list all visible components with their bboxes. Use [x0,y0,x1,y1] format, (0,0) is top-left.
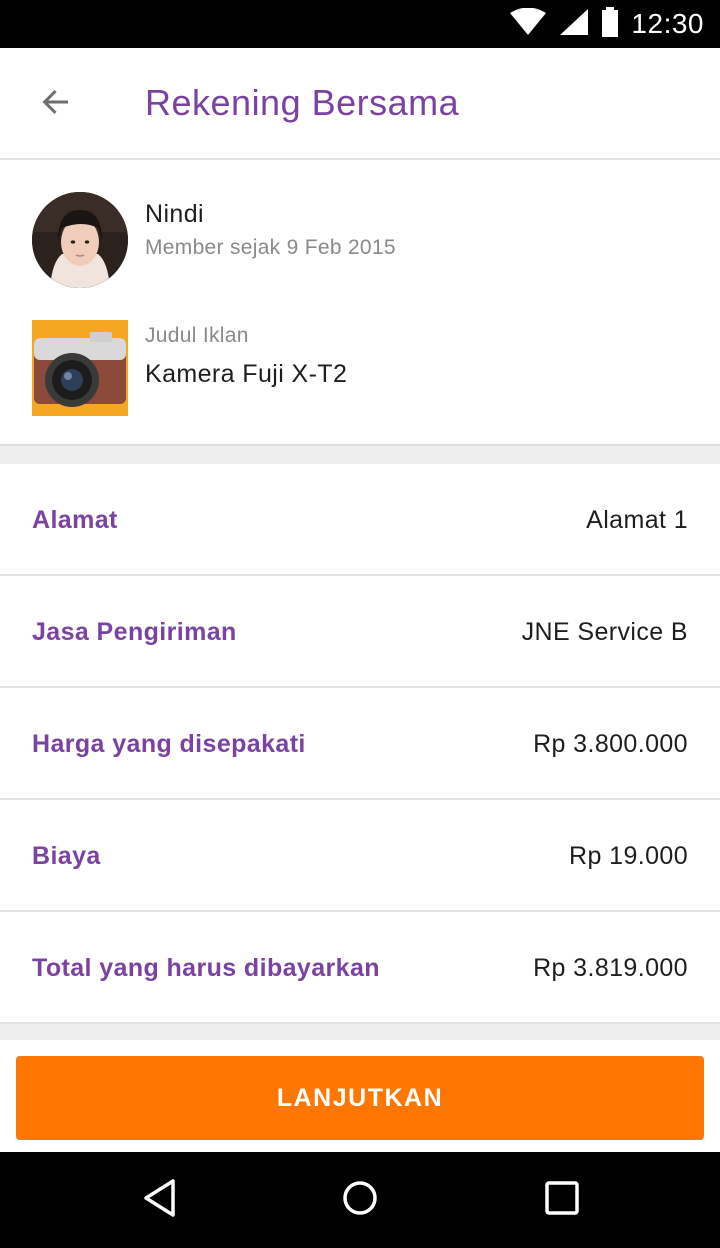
detail-label: Harga yang disepakati [32,730,306,758]
detail-row-shipping: Jasa Pengiriman JNE Service B [0,576,720,688]
detail-row-address: Alamat Alamat 1 [0,464,720,576]
detail-row-total: Total yang harus dibayarkan Rp 3.819.000 [0,912,720,1024]
detail-value: Rp 3.819.000 [533,954,688,982]
section-divider [0,446,720,464]
wifi-icon [509,7,547,41]
nav-recents-button[interactable] [530,1168,594,1232]
screen: 12:30 Rekening Bersama Nindi Member seja… [0,0,720,1248]
detail-value: Alamat 1 [586,506,688,534]
navigation-bar [0,1152,720,1248]
nav-home-button[interactable] [328,1168,392,1232]
status-icons: 12:30 [509,0,704,48]
member-since: Member sejak 9 Feb 2015 [145,236,396,259]
app-bar: Rekening Bersama [0,48,720,160]
detail-value: Rp 19.000 [569,842,688,870]
detail-row-fee: Biaya Rp 19.000 [0,800,720,912]
page-title: Rekening Bersama [145,82,460,123]
detail-value: Rp 3.800.000 [533,730,688,758]
seller-card: Nindi Member sejak 9 Feb 2015 Judul Ikla… [0,160,720,446]
section-divider [0,1024,720,1040]
back-button[interactable] [24,76,88,132]
detail-label: Total yang harus dibayarkan [32,954,380,982]
detail-label: Jasa Pengiriman [32,618,237,646]
detail-label: Alamat [32,506,118,534]
status-time: 12:30 [631,8,704,39]
ad-thumbnail[interactable] [32,320,128,416]
nav-home-icon [342,1180,378,1221]
detail-label: Biaya [32,842,101,870]
nav-back-button[interactable] [128,1168,192,1232]
arrow-left-icon [40,86,72,123]
detail-value: JNE Service B [521,618,688,646]
nav-back-icon [142,1178,178,1223]
transaction-details: Alamat Alamat 1 Jasa Pengiriman JNE Serv… [0,464,720,1024]
battery-icon [601,6,619,42]
ad-title-label: Judul Iklan [145,324,249,347]
status-bar: 12:30 [0,0,720,48]
ad-title: Kamera Fuji X-T2 [145,360,348,388]
nav-recents-icon [544,1180,580,1221]
continue-button[interactable]: LANJUTKAN [16,1056,704,1140]
avatar[interactable] [32,192,128,288]
signal-icon [559,8,589,41]
detail-row-agreed-price: Harga yang disepakati Rp 3.800.000 [0,688,720,800]
seller-name: Nindi [145,200,204,228]
action-area: LANJUTKAN [0,1040,720,1152]
